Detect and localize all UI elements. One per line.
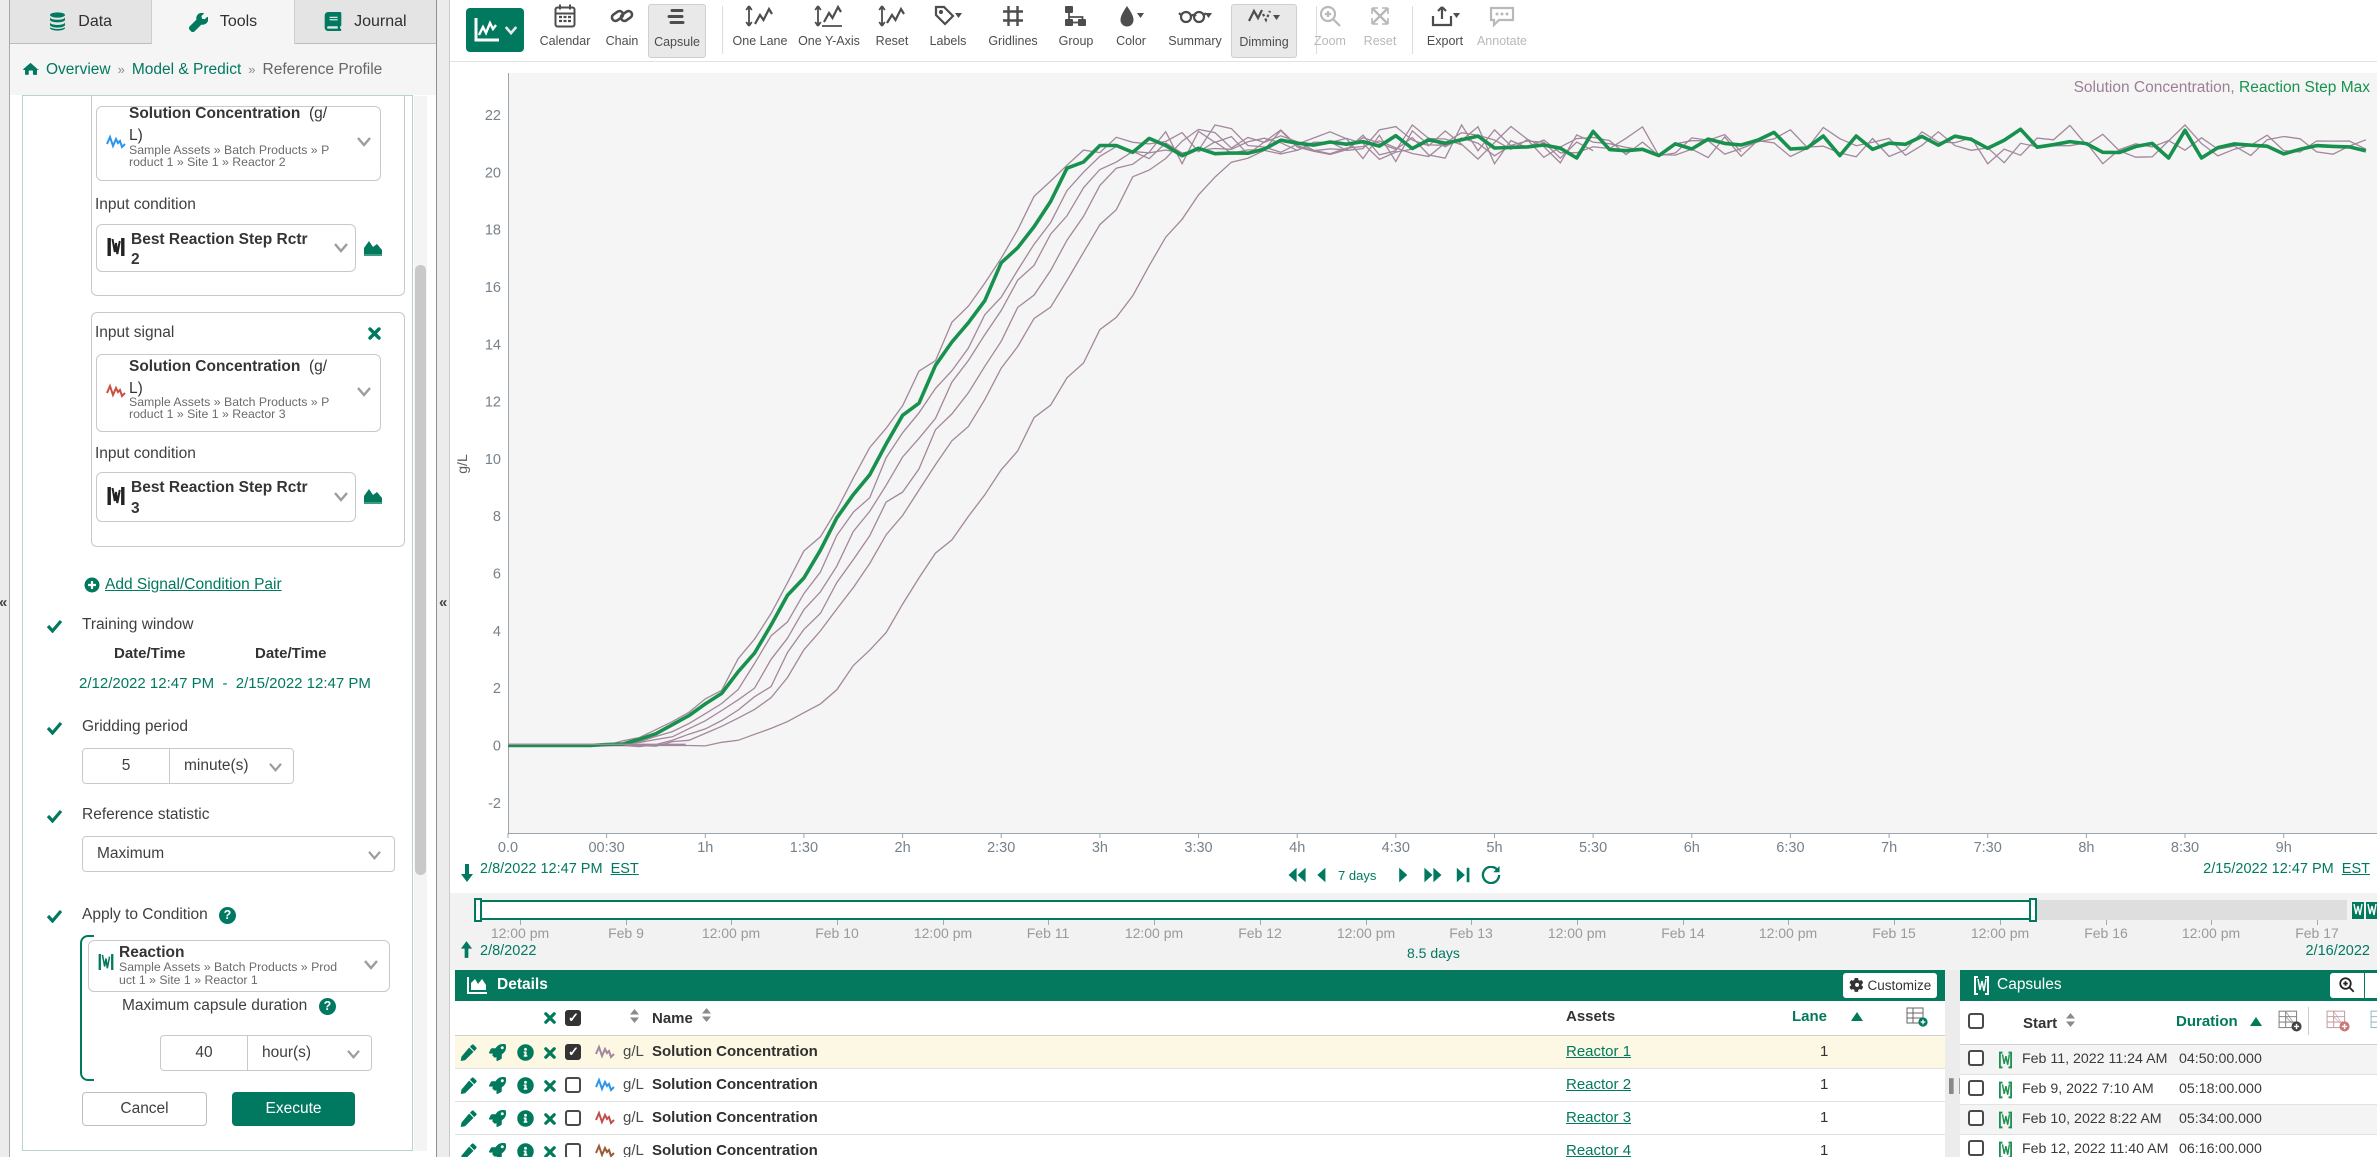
svg-text:0: 0 bbox=[493, 739, 501, 755]
svg-text:10: 10 bbox=[485, 452, 501, 468]
svg-text:-2: -2 bbox=[488, 796, 501, 812]
svg-text:g/L: g/L bbox=[454, 454, 470, 474]
svg-text:4h: 4h bbox=[1289, 840, 1305, 856]
svg-text:2: 2 bbox=[493, 681, 501, 697]
svg-text:7:30: 7:30 bbox=[1974, 840, 2002, 856]
svg-text:14: 14 bbox=[485, 337, 501, 353]
svg-text:5:30: 5:30 bbox=[1579, 840, 1607, 856]
svg-text:8:30: 8:30 bbox=[2171, 840, 2199, 856]
svg-text:7 days: 7 days bbox=[1338, 868, 1377, 883]
svg-text:6:30: 6:30 bbox=[1776, 840, 1804, 856]
svg-text:16: 16 bbox=[485, 280, 501, 296]
svg-text:00:30: 00:30 bbox=[588, 840, 624, 856]
svg-text:7h: 7h bbox=[1881, 840, 1897, 856]
svg-text:1:30: 1:30 bbox=[790, 840, 818, 856]
svg-text:Solution Concentration, Reacti: Solution Concentration, Reaction Step Ma… bbox=[2074, 79, 2371, 96]
svg-text:1h: 1h bbox=[697, 840, 713, 856]
svg-text:8: 8 bbox=[493, 509, 501, 525]
svg-text:2:30: 2:30 bbox=[987, 840, 1015, 856]
svg-text:18: 18 bbox=[485, 223, 501, 239]
svg-text:8h: 8h bbox=[2078, 840, 2094, 856]
svg-text:5h: 5h bbox=[1486, 840, 1502, 856]
svg-text:3h: 3h bbox=[1092, 840, 1108, 856]
svg-text:9h: 9h bbox=[2276, 840, 2292, 856]
svg-text:2h: 2h bbox=[895, 840, 911, 856]
svg-text:4: 4 bbox=[493, 624, 501, 640]
svg-text:12: 12 bbox=[485, 395, 501, 411]
svg-text:4:30: 4:30 bbox=[1382, 840, 1410, 856]
svg-text:3:30: 3:30 bbox=[1184, 840, 1212, 856]
svg-text:0.0: 0.0 bbox=[498, 840, 518, 856]
svg-text:6: 6 bbox=[493, 567, 501, 583]
svg-text:6h: 6h bbox=[1684, 840, 1700, 856]
svg-text:22: 22 bbox=[485, 108, 501, 124]
svg-text:20: 20 bbox=[485, 165, 501, 181]
